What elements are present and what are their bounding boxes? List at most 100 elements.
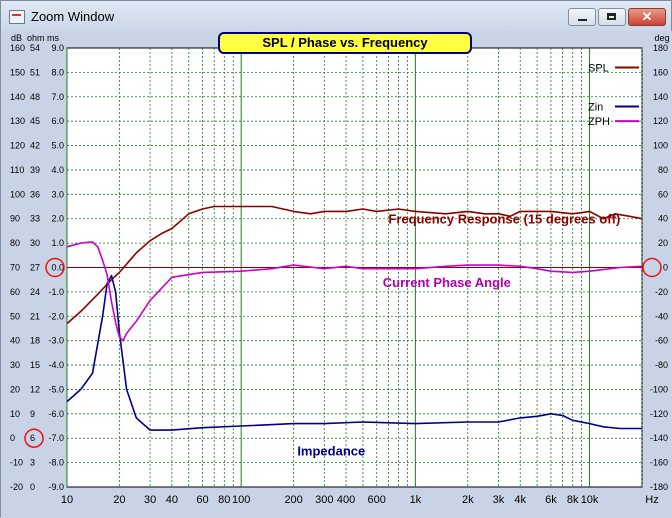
deg-tick-label: 0	[663, 263, 668, 273]
ohm-tick-label: 0	[30, 482, 35, 492]
deg-tick-label: 120	[653, 116, 668, 126]
maximize-icon	[607, 13, 616, 20]
ms-tick-label: 4.0	[51, 165, 64, 175]
ms-tick-label: 1.0	[51, 238, 64, 248]
minimize-icon	[578, 19, 587, 21]
ohm-tick-label: 9	[30, 409, 35, 419]
ms-tick-label: -2.0	[48, 311, 64, 321]
db-tick-label: 0	[10, 433, 15, 443]
ms-tick-label: 3.0	[51, 189, 64, 199]
ms-tick-label: -4.0	[48, 360, 64, 370]
deg-tick-label: -140	[650, 433, 668, 443]
ohm-tick-label: 54	[30, 43, 40, 53]
db-tick-label: -10	[10, 458, 23, 468]
db-tick-label: 40	[10, 336, 20, 346]
zoom-window: Zoom Window ✕ dB ohm ms deg 160 54 9.0 180 150 51…	[0, 0, 672, 518]
ohm-tick-label: 51	[30, 67, 40, 77]
db-tick-label: 120	[10, 141, 25, 151]
deg-tick-label: 80	[658, 165, 668, 175]
db-tick-label: 90	[10, 214, 20, 224]
ms-tick-label: 9.0	[51, 43, 64, 53]
x-tick-label: 10k	[581, 494, 599, 506]
deg-tick-label: 140	[653, 92, 668, 102]
minimize-button[interactable]	[568, 8, 596, 26]
ms-tick-label: 5.0	[51, 141, 64, 151]
x-tick-label: 100	[232, 494, 250, 506]
db-tick-label: 100	[10, 189, 25, 199]
axis-header-deg: deg	[654, 33, 669, 43]
ohm-tick-label: 33	[30, 214, 40, 224]
axis-header-db: dB	[11, 33, 22, 43]
ohm-tick-label: 42	[30, 141, 40, 151]
x-tick-label: 1k	[410, 494, 422, 506]
x-tick-label: 300	[315, 494, 333, 506]
ohm-tick-label: 18	[30, 336, 40, 346]
ms-tick-label: 7.0	[51, 92, 64, 102]
ms-tick-label: -5.0	[48, 384, 64, 394]
x-tick-label: 60	[196, 494, 208, 506]
ohm-tick-label: 36	[30, 189, 40, 199]
db-tick-label: -20	[10, 482, 23, 492]
legend-label-spl: SPL	[588, 63, 609, 75]
ohm-tick-label: 15	[30, 360, 40, 370]
chart-title: SPL / Phase vs. Frequency	[262, 35, 428, 50]
ohm-tick-label: 24	[30, 287, 40, 297]
ms-tick-label: -3.0	[48, 336, 64, 346]
x-unit-label: Hz	[645, 494, 658, 506]
ms-tick-label: -9.0	[48, 482, 64, 492]
db-tick-label: 30	[10, 360, 20, 370]
ohm-tick-label: 39	[30, 165, 40, 175]
app-icon	[9, 10, 25, 24]
title-bar[interactable]: Zoom Window ✕	[1, 1, 671, 31]
deg-tick-label: 160	[653, 67, 668, 77]
legend-label-zph: ZPH	[588, 116, 610, 128]
db-tick-label: 130	[10, 116, 25, 126]
ohm-tick-label: 6	[30, 433, 35, 443]
maximize-button[interactable]	[598, 8, 626, 26]
db-tick-label: 110	[10, 165, 24, 175]
deg-tick-label: -20	[655, 287, 668, 297]
ms-tick-label: 2.0	[51, 214, 64, 224]
x-tick-label: 600	[368, 494, 386, 506]
deg-tick-label: 20	[658, 238, 668, 248]
deg-tick-label: 180	[653, 43, 668, 53]
db-tick-label: 50	[10, 311, 20, 321]
db-tick-label: 160	[10, 43, 25, 53]
x-tick-label: 2k	[462, 494, 474, 506]
deg-tick-label: -80	[655, 360, 668, 370]
x-tick-label: 10	[61, 494, 73, 506]
ms-tick-label: -8.0	[48, 458, 64, 468]
deg-tick-label: -160	[650, 458, 668, 468]
deg-tick-label: -40	[655, 311, 668, 321]
deg-tick-label: 40	[658, 214, 668, 224]
ms-tick-label: -6.0	[48, 409, 64, 419]
ohm-tick-label: 27	[30, 263, 40, 273]
x-tick-label: 400	[337, 494, 355, 506]
x-tick-label: 40	[166, 494, 178, 506]
ms-tick-label: 0.0	[51, 263, 64, 273]
deg-tick-label: -100	[650, 384, 668, 394]
ohm-tick-label: 12	[30, 384, 40, 394]
axis-header-ms: ms	[47, 33, 59, 43]
x-tick-label: 6k	[545, 494, 557, 506]
ohm-tick-label: 21	[30, 311, 40, 321]
ms-tick-label: 6.0	[51, 116, 64, 126]
db-tick-label: 80	[10, 238, 20, 248]
close-icon: ✕	[641, 9, 653, 24]
annotation-label: Current Phase Angle	[383, 275, 511, 290]
annotation-label: Impedance	[297, 443, 365, 458]
ohm-tick-label: 3	[30, 458, 35, 468]
window-title: Zoom Window	[31, 9, 115, 24]
x-tick-label: 4k	[514, 494, 526, 506]
ms-tick-label: 8.0	[51, 67, 64, 77]
x-tick-label: 30	[144, 494, 156, 506]
chart-title-box: SPL / Phase vs. Frequency	[218, 32, 472, 54]
x-tick-label: 20	[113, 494, 125, 506]
annotation-label: Frequency Response (15 degrees off)	[388, 212, 620, 227]
deg-tick-label: -180	[650, 482, 668, 492]
close-button[interactable]: ✕	[628, 8, 666, 26]
ohm-tick-label: 48	[30, 92, 40, 102]
db-tick-label: 20	[10, 384, 20, 394]
db-tick-label: 140	[10, 92, 25, 102]
ms-tick-label: -7.0	[48, 433, 64, 443]
